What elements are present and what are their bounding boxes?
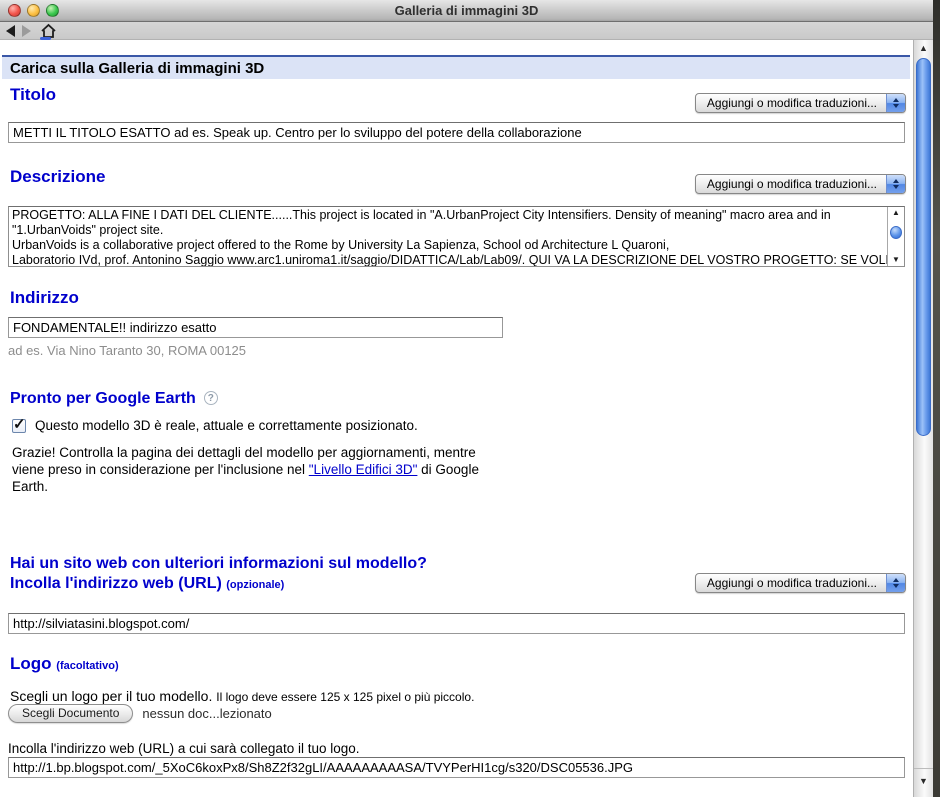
translate-popup-website[interactable]: Aggiungi o modifica traduzioni... — [695, 573, 906, 593]
minimize-window-button[interactable] — [27, 4, 40, 17]
popup-stepper-icon — [886, 574, 905, 592]
logo-intro-line: Scegli un logo per il tuo modello. Il lo… — [10, 688, 474, 704]
translate-popup-descrizione[interactable]: Aggiungi o modifica traduzioni... — [695, 174, 906, 194]
vertical-scrollbar[interactable]: ▲ ▼ — [913, 40, 933, 797]
descrizione-heading: Descrizione — [10, 167, 105, 187]
titolo-heading: Titolo — [10, 85, 56, 105]
choose-file-button[interactable]: Scegli Documento — [8, 704, 133, 723]
scroll-down-zone: ▼ — [914, 768, 933, 794]
page-content: Carica sulla Galleria di immagini 3D Tit… — [0, 40, 933, 797]
georef-checkbox-row: ✓ Questo modello 3D è reale, attuale e c… — [12, 418, 418, 433]
website-url-input[interactable] — [8, 613, 905, 634]
description-textarea[interactable]: PROGETTO: ALLA FINE I DATI DEL CLIENTE..… — [8, 206, 905, 267]
google-earth-heading-text: Pronto per Google Earth — [10, 390, 196, 407]
translate-popup-label: Aggiungi o modifica traduzioni... — [707, 576, 877, 590]
logo-optional-label: (facoltativo) — [56, 660, 118, 672]
translate-popup-titolo[interactable]: Aggiungi o modifica traduzioni... — [695, 93, 906, 113]
indirizzo-heading: Indirizzo — [10, 288, 79, 308]
scroll-down-icon[interactable]: ▼ — [914, 774, 933, 788]
google-earth-heading: Pronto per Google Earth? — [10, 390, 218, 408]
file-status: nessun doc...lezionato — [142, 706, 271, 721]
georef-note: Grazie! Controlla la pagina dei dettagli… — [12, 444, 482, 495]
popup-stepper-icon — [886, 175, 905, 193]
help-icon[interactable]: ? — [204, 391, 218, 405]
title-input[interactable] — [8, 122, 905, 143]
logo-heading-text: Logo — [10, 654, 52, 673]
close-window-button[interactable] — [8, 4, 21, 17]
georef-checkbox[interactable]: ✓ — [12, 419, 26, 433]
georef-checkbox-label: Questo modello 3D è reale, attuale e cor… — [35, 418, 418, 433]
desktop-background-edge — [933, 0, 940, 797]
website-heading-line1: Hai un sito web con ulteriori informazio… — [10, 555, 427, 572]
window-controls — [8, 4, 59, 17]
textarea-scrollbar-thumb[interactable] — [890, 226, 902, 239]
livello-edifici-link[interactable]: "Livello Edifici 3D" — [309, 462, 418, 477]
scroll-up-icon[interactable]: ▲ — [914, 41, 933, 55]
address-hint: ad es. Via Nino Taranto 30, ROMA 00125 — [8, 343, 246, 358]
translate-popup-label: Aggiungi o modifica traduzioni... — [707, 96, 877, 110]
browser-window: Galleria di immagini 3D Carica sulla Gal… — [0, 0, 933, 797]
scroll-down-icon[interactable]: ▼ — [888, 255, 904, 265]
website-heading: Hai un sito web con ulteriori informazio… — [10, 554, 427, 595]
logo-url-label: Incolla l'indirizzo web (URL) a cui sarà… — [8, 741, 360, 756]
logo-file-row: Scegli Documento nessun doc...lezionato — [8, 704, 272, 723]
description-text: PROGETTO: ALLA FINE I DATI DEL CLIENTE..… — [9, 207, 887, 266]
scroll-up-icon[interactable]: ▲ — [888, 208, 904, 218]
zoom-window-button[interactable] — [46, 4, 59, 17]
scrollbar-thumb[interactable] — [916, 58, 931, 436]
forward-icon[interactable] — [22, 25, 31, 37]
popup-stepper-icon — [886, 94, 905, 112]
window-titlebar[interactable]: Galleria di immagini 3D — [0, 0, 933, 22]
back-icon[interactable] — [6, 25, 15, 37]
address-input[interactable] — [8, 317, 503, 338]
website-heading-line2: Incolla l'indirizzo web (URL) — [10, 575, 222, 592]
website-optional-label: (opzionale) — [226, 579, 284, 591]
logo-heading: Logo (facoltativo) — [10, 654, 119, 674]
translate-popup-label: Aggiungi o modifica traduzioni... — [707, 177, 877, 191]
logo-url-input[interactable] — [8, 757, 905, 778]
window-title: Galleria di immagini 3D — [0, 0, 933, 22]
browser-toolbar — [0, 22, 933, 40]
page-header: Carica sulla Galleria di immagini 3D — [2, 55, 910, 79]
logo-intro: Scegli un logo per il tuo modello. — [10, 688, 212, 704]
logo-size-hint: Il logo deve essere 125 x 125 pixel o pi… — [216, 690, 474, 704]
checkmark-icon: ✓ — [13, 415, 26, 433]
textarea-scrollbar[interactable]: ▲ ▼ — [887, 207, 904, 266]
